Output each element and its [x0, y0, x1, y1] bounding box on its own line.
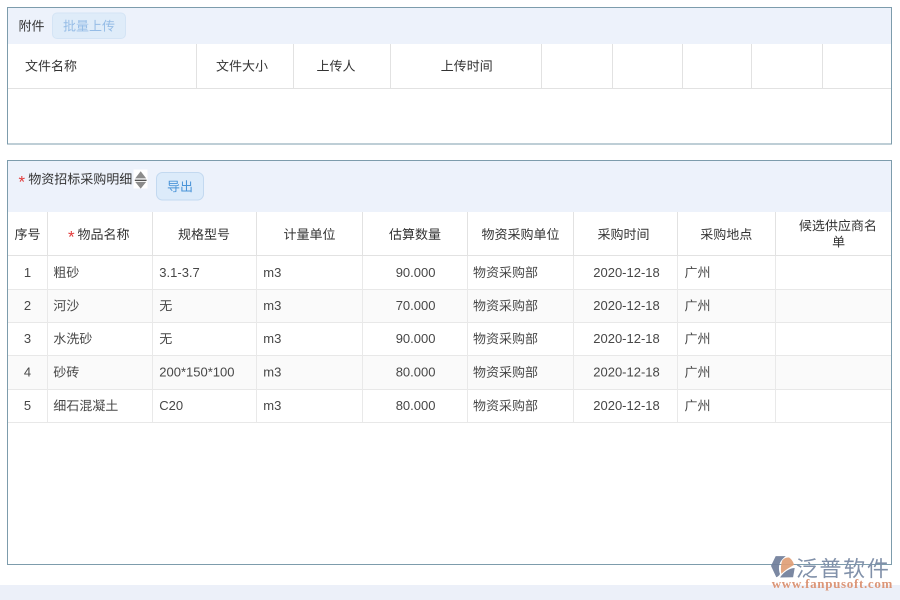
svg-text:2020-12-18: 2020-12-18 [593, 298, 660, 313]
svg-text:1: 1 [24, 265, 31, 280]
svg-text:m3: m3 [263, 298, 281, 313]
svg-text:90.000: 90.000 [396, 265, 436, 280]
svg-text:3: 3 [24, 331, 31, 346]
svg-text:m3: m3 [263, 398, 281, 413]
svg-text:70.000: 70.000 [396, 298, 436, 313]
svg-text:C20: C20 [159, 398, 183, 413]
svg-text:2: 2 [24, 298, 31, 313]
svg-text:m3: m3 [263, 365, 281, 380]
svg-text:*: * [19, 172, 26, 191]
svg-text:5: 5 [24, 398, 31, 413]
svg-text:4: 4 [24, 365, 31, 380]
svg-text:2020-12-18: 2020-12-18 [593, 365, 660, 380]
svg-text:90.000: 90.000 [396, 331, 436, 346]
svg-text:m3: m3 [263, 331, 281, 346]
svg-text:m3: m3 [263, 265, 281, 280]
svg-text:3.1-3.7: 3.1-3.7 [159, 265, 199, 280]
svg-text:2020-12-18: 2020-12-18 [593, 398, 660, 413]
svg-text:80.000: 80.000 [396, 365, 436, 380]
svg-text:200*150*100: 200*150*100 [159, 365, 234, 380]
svg-text:*: * [68, 228, 75, 247]
svg-text:2020-12-18: 2020-12-18 [593, 265, 660, 280]
svg-text:2020-12-18: 2020-12-18 [593, 331, 660, 346]
svg-text:80.000: 80.000 [396, 398, 436, 413]
svg-text:www.fanpusoft.com: www.fanpusoft.com [772, 576, 893, 591]
